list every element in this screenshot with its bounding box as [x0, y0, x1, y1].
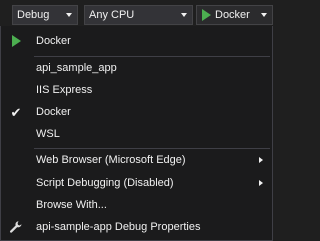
- menu-item-profile-iis-express[interactable]: IIS Express: [1, 79, 272, 101]
- menu-item-profile-docker[interactable]: ✔ Docker: [1, 101, 272, 123]
- menu-item-run-docker[interactable]: Docker: [1, 30, 272, 52]
- menu-item-label: api-sample-app Debug Properties: [36, 221, 201, 233]
- configuration-dropdown[interactable]: Debug: [12, 5, 78, 25]
- platform-value: Any CPU: [89, 9, 135, 21]
- menu-item-profile-wsl[interactable]: WSL: [1, 123, 272, 145]
- platform-dropdown[interactable]: Any CPU: [84, 5, 193, 25]
- run-target-label: Docker: [215, 9, 250, 21]
- menu-item-profile-api-sample-app[interactable]: api_sample_app: [1, 57, 272, 79]
- chevron-down-icon: [66, 13, 72, 17]
- play-icon: [11, 35, 21, 47]
- menu-item-label: Browse With...: [36, 199, 107, 211]
- chevron-down-icon[interactable]: [261, 13, 267, 17]
- start-debugging-split-button[interactable]: Docker: [196, 5, 273, 25]
- menu-item-label: Web Browser (Microsoft Edge): [36, 154, 186, 166]
- menu-item-debug-properties[interactable]: api-sample-app Debug Properties: [1, 216, 272, 238]
- menu-item-label: api_sample_app: [36, 62, 117, 74]
- menu-item-label: WSL: [36, 128, 60, 140]
- checkmark-icon: ✔: [10, 104, 22, 120]
- menu-item-label: IIS Express: [36, 84, 93, 96]
- wrench-icon: [8, 219, 24, 235]
- launch-profile-menu: Docker api_sample_app IIS Express ✔ Dock…: [0, 26, 273, 241]
- menu-item-script-debugging[interactable]: Script Debugging (Disabled): [1, 172, 272, 194]
- submenu-arrow-icon: [259, 180, 263, 186]
- menu-item-web-browser[interactable]: Web Browser (Microsoft Edge): [1, 149, 272, 171]
- play-icon: [202, 9, 211, 21]
- menu-item-label: Script Debugging (Disabled): [36, 177, 174, 189]
- menu-item-label: Docker: [36, 106, 71, 118]
- configuration-value: Debug: [17, 9, 50, 21]
- menu-item-label: Docker: [36, 35, 71, 47]
- submenu-arrow-icon: [259, 157, 263, 163]
- chevron-down-icon: [181, 13, 187, 17]
- play-icon-container: [8, 33, 24, 49]
- debug-toolbar: Debug Any CPU Docker: [0, 0, 273, 26]
- menu-item-browse-with[interactable]: Browse With...: [1, 194, 272, 216]
- checkmark-icon-container: ✔: [8, 104, 24, 120]
